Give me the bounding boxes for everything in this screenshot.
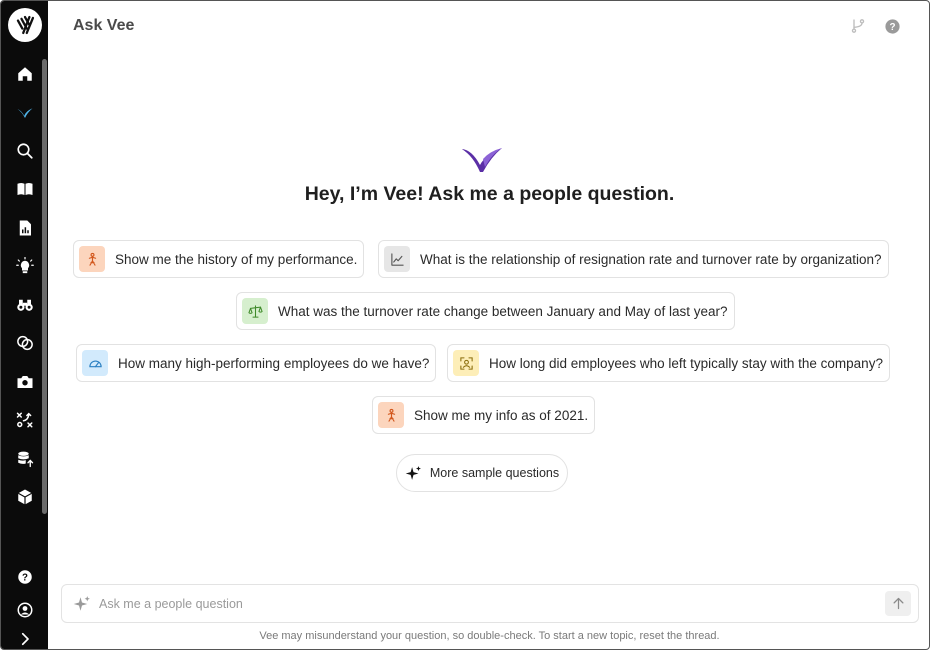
suggestion-label: What was the turnover rate change betwee… bbox=[278, 303, 728, 319]
suggestion-label: What is the relationship of resignation … bbox=[420, 251, 882, 267]
branch-icon bbox=[851, 19, 865, 33]
help-circle-icon: ? bbox=[884, 18, 900, 34]
sidebar-item-profile[interactable] bbox=[13, 598, 37, 622]
logo-mark-icon bbox=[16, 15, 35, 35]
binoculars-icon bbox=[17, 299, 33, 311]
sidebar-item-library[interactable] bbox=[13, 177, 37, 201]
help-button[interactable]: ? bbox=[883, 17, 901, 35]
sidebar-scrollbar[interactable] bbox=[42, 59, 47, 514]
branch-button[interactable] bbox=[849, 17, 867, 35]
sidebar-item-compare[interactable] bbox=[13, 331, 37, 355]
sidebar-item-explore[interactable] bbox=[13, 293, 37, 317]
database-upload-icon bbox=[18, 451, 34, 468]
disclaimer-text: Vee may misunderstand your question, so … bbox=[259, 630, 720, 642]
person-icon bbox=[79, 246, 105, 272]
sidebar: ? bbox=[1, 1, 48, 649]
focus-person-icon bbox=[453, 350, 479, 376]
more-sample-questions-button[interactable]: More sample questions bbox=[396, 454, 568, 492]
suggestion-chip[interactable]: What was the turnover rate change betwee… bbox=[236, 292, 735, 330]
sidebar-item-search[interactable] bbox=[13, 139, 37, 163]
book-icon bbox=[17, 183, 33, 195]
sidebar-item-data[interactable] bbox=[13, 447, 37, 471]
question-input-box bbox=[61, 584, 919, 623]
suggestion-label: Show me the history of my performance. bbox=[115, 251, 358, 267]
svg-text:?: ? bbox=[889, 22, 895, 33]
sidebar-item-insights[interactable] bbox=[13, 254, 37, 278]
person-icon bbox=[378, 402, 404, 428]
sidebar-item-home[interactable] bbox=[13, 62, 37, 86]
app-window: ? Ask Vee ? Hey, I’m Vee! Ask me a peopl… bbox=[0, 0, 930, 650]
suggestion-chip[interactable]: How many high-performing employees do we… bbox=[76, 344, 437, 382]
suggestion-chip[interactable]: What is the relationship of resignation … bbox=[378, 240, 889, 278]
home-icon bbox=[18, 67, 32, 81]
camera-icon bbox=[17, 376, 33, 388]
arrow-up-icon bbox=[893, 597, 903, 610]
sidebar-item-strategy[interactable] bbox=[13, 408, 37, 432]
report-icon bbox=[19, 220, 31, 236]
suggestion-label: Show me my info as of 2021. bbox=[414, 407, 589, 423]
send-button[interactable] bbox=[885, 591, 911, 616]
vee-icon bbox=[17, 108, 33, 118]
strategy-icon bbox=[16, 412, 33, 428]
sparkle-icon bbox=[405, 465, 421, 480]
app-logo[interactable] bbox=[8, 8, 42, 42]
lightbulb-icon bbox=[16, 257, 34, 274]
gauge-icon bbox=[82, 350, 108, 376]
welcome-heading: Hey, I’m Vee! Ask me a people question. bbox=[304, 183, 675, 205]
suggestion-label: How many high-performing employees do we… bbox=[118, 355, 430, 371]
suggestion-chip[interactable]: Show me the history of my performance. bbox=[73, 240, 365, 278]
vee-logo-icon bbox=[462, 148, 502, 172]
chevron-right-icon bbox=[21, 632, 29, 646]
suggestion-chip[interactable]: How long did employees who left typicall… bbox=[447, 344, 890, 382]
user-icon bbox=[17, 602, 33, 618]
line-chart-icon bbox=[384, 246, 410, 272]
search-icon bbox=[17, 143, 33, 159]
overlap-circles-icon bbox=[17, 335, 33, 351]
sidebar-item-snapshot[interactable] bbox=[13, 370, 37, 394]
sidebar-item-reports[interactable] bbox=[13, 216, 37, 240]
sidebar-item-help[interactable]: ? bbox=[13, 565, 37, 589]
question-input[interactable] bbox=[99, 593, 879, 615]
sparkle-icon bbox=[73, 596, 90, 611]
scale-icon bbox=[242, 298, 268, 324]
more-sample-questions-label: More sample questions bbox=[429, 466, 560, 480]
svg-text:?: ? bbox=[22, 572, 28, 583]
cube-icon bbox=[17, 489, 33, 505]
suggestion-label: How long did employees who left typicall… bbox=[489, 355, 883, 371]
sidebar-item-models[interactable] bbox=[13, 485, 37, 509]
sidebar-expand-toggle[interactable] bbox=[13, 627, 37, 649]
sidebar-item-vee[interactable] bbox=[13, 100, 37, 124]
page-title: Ask Vee bbox=[73, 17, 135, 34]
help-icon: ? bbox=[18, 570, 32, 584]
suggestion-chip[interactable]: Show me my info as of 2021. bbox=[372, 396, 596, 434]
